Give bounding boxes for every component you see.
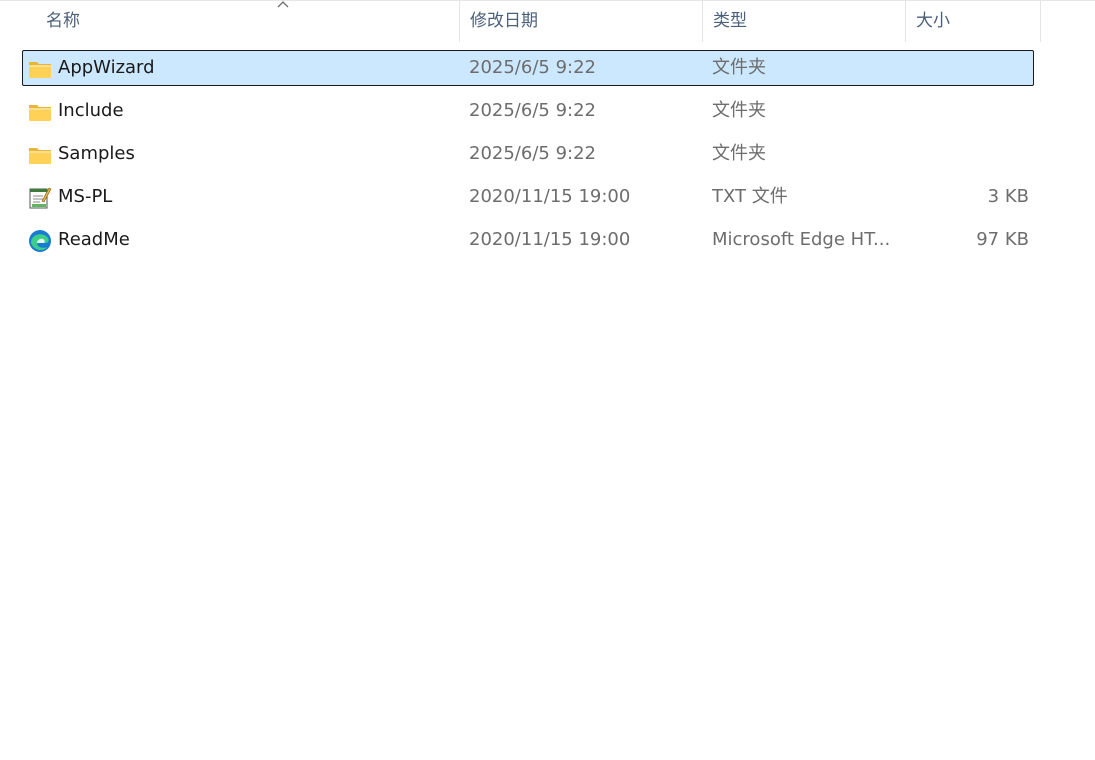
column-header-size[interactable]: 大小 bbox=[906, 1, 1041, 42]
file-date: 2020/11/15 19:00 bbox=[469, 186, 631, 207]
file-row-include[interactable]: Include 2025/6/5 9:22 文件夹 bbox=[22, 93, 1034, 129]
folder-icon bbox=[29, 105, 51, 121]
file-row-readme[interactable]: ReadMe 2020/11/15 19:00 Microsoft Edge H… bbox=[22, 222, 1034, 258]
text-file-icon bbox=[29, 187, 52, 209]
sort-ascending-icon bbox=[277, 1, 289, 8]
column-header-date[interactable]: 修改日期 bbox=[460, 1, 703, 42]
column-header-type-label: 类型 bbox=[713, 11, 747, 31]
column-header-type[interactable]: 类型 bbox=[703, 1, 906, 42]
column-header-date-label: 修改日期 bbox=[470, 11, 538, 31]
file-type: 文件夹 bbox=[712, 100, 766, 121]
file-name: ReadMe bbox=[58, 229, 130, 250]
column-header-name-label: 名称 bbox=[46, 11, 80, 31]
file-name: AppWizard bbox=[58, 57, 155, 78]
file-size: 3 KB bbox=[987, 186, 1029, 207]
file-explorer-view: 名称 修改日期 类型 大小 AppWizard 2025/6/5 9:22 文件… bbox=[0, 0, 1095, 760]
folder-icon bbox=[29, 148, 51, 164]
file-date: 2025/6/5 9:22 bbox=[469, 143, 596, 164]
file-name: Samples bbox=[58, 143, 135, 164]
file-type: Microsoft Edge HT... bbox=[712, 229, 891, 250]
file-row-ms-pl[interactable]: MS-PL 2020/11/15 19:00 TXT 文件 3 KB bbox=[22, 179, 1034, 215]
file-date: 2025/6/5 9:22 bbox=[469, 100, 596, 121]
file-size bbox=[913, 137, 1029, 171]
folder-icon bbox=[29, 62, 51, 78]
file-type: 文件夹 bbox=[712, 57, 766, 78]
edge-icon bbox=[29, 230, 51, 252]
file-size bbox=[913, 51, 1029, 85]
file-list: AppWizard 2025/6/5 9:22 文件夹 Include 2025… bbox=[0, 50, 1095, 265]
file-row-appwizard[interactable]: AppWizard 2025/6/5 9:22 文件夹 bbox=[22, 50, 1034, 86]
column-header-size-label: 大小 bbox=[916, 11, 950, 31]
column-header-bar: 名称 修改日期 类型 大小 bbox=[0, 0, 1095, 42]
column-header-name[interactable]: 名称 bbox=[36, 1, 460, 42]
file-type: 文件夹 bbox=[712, 143, 766, 164]
file-date: 2025/6/5 9:22 bbox=[469, 57, 596, 78]
file-type: TXT 文件 bbox=[712, 186, 788, 207]
file-size bbox=[913, 94, 1029, 128]
file-row-samples[interactable]: Samples 2025/6/5 9:22 文件夹 bbox=[22, 136, 1034, 172]
file-size: 97 KB bbox=[976, 229, 1029, 250]
file-name: MS-PL bbox=[58, 186, 113, 207]
file-date: 2020/11/15 19:00 bbox=[469, 229, 631, 250]
file-name: Include bbox=[58, 100, 124, 121]
